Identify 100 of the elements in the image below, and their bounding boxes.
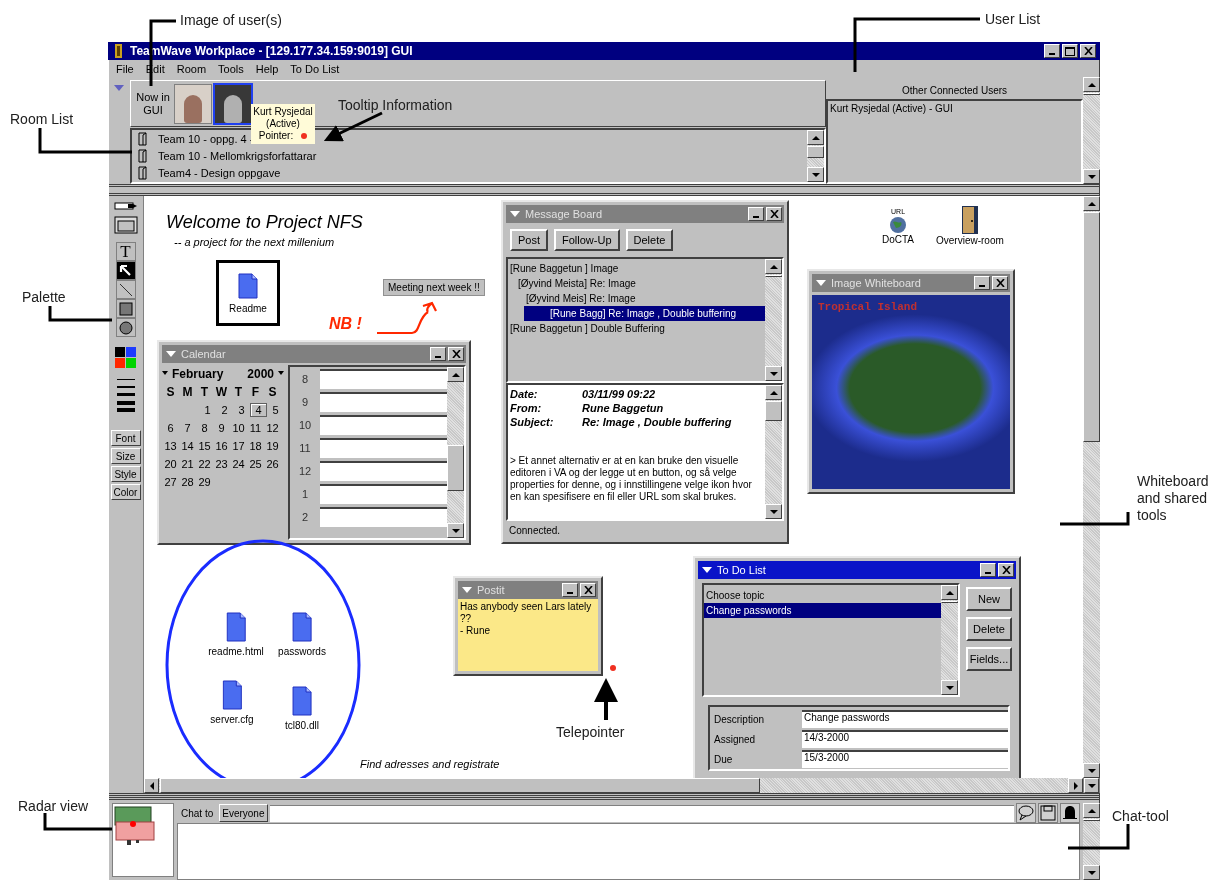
calendar-day[interactable]: 6 (162, 422, 179, 434)
calendar-day[interactable]: 9 (213, 422, 230, 434)
palette-button[interactable]: Font (110, 430, 141, 446)
minimize-button[interactable] (974, 276, 990, 290)
palette-button[interactable]: Size (110, 448, 141, 464)
oval-tool[interactable] (115, 318, 136, 337)
calendar-day[interactable]: 20 (162, 458, 179, 470)
splitter[interactable] (109, 793, 1099, 800)
recipient-button[interactable]: Everyone (219, 804, 268, 822)
room-name[interactable]: Team 10 - oppg. 4 - (158, 132, 254, 145)
message-button[interactable]: Delete (625, 229, 674, 251)
calendar-day[interactable]: 26 (264, 458, 281, 470)
minimize-button[interactable] (980, 563, 996, 577)
chat-input[interactable] (269, 804, 1014, 822)
message-button[interactable]: Post (510, 229, 548, 251)
note-button[interactable]: Meeting next week !! (383, 279, 485, 296)
thread-item[interactable]: [Rune Bagg] Re: Image , Double buffering (524, 306, 765, 321)
todo-button[interactable]: Delete (966, 617, 1012, 641)
palette-button[interactable]: Style (110, 466, 141, 482)
calendar-day[interactable]: 28 (179, 476, 196, 488)
close-button[interactable] (448, 347, 464, 361)
calendar-day[interactable]: 24 (230, 458, 247, 470)
file-label[interactable]: readme.html (208, 646, 264, 657)
message-button[interactable]: Follow-Up (554, 229, 620, 251)
calendar-day[interactable]: 10 (230, 422, 247, 434)
calendar-day[interactable]: 25 (247, 458, 264, 470)
speech-bubble-icon[interactable] (1016, 803, 1036, 823)
calendar-day[interactable]: 22 (196, 458, 213, 470)
minimize-button[interactable] (562, 583, 578, 597)
appointment-field[interactable] (320, 506, 447, 527)
calendar-day[interactable]: 3 (233, 404, 250, 416)
user-photo[interactable] (213, 82, 253, 125)
appointment-field[interactable] (320, 437, 447, 458)
save-icon[interactable] (1038, 803, 1058, 823)
minimize-button[interactable] (430, 347, 446, 361)
scrollbar[interactable] (1083, 803, 1100, 880)
input-field[interactable]: Change passwords (802, 710, 1008, 728)
calendar-day[interactable]: 13 (162, 440, 179, 452)
calendar-day[interactable]: 29 (196, 476, 213, 488)
calendar-day[interactable]: 16 (213, 440, 230, 452)
scroll-down-button[interactable] (1083, 778, 1100, 793)
thread-item[interactable]: [Øyvind Meis] Re: Image (508, 291, 765, 306)
scrollbar[interactable] (941, 585, 958, 695)
scrollbar[interactable] (144, 778, 1083, 793)
file-label[interactable]: tcl80.dll (285, 720, 319, 731)
calendar-day[interactable]: 1 (199, 404, 216, 416)
calendar-day[interactable]: 17 (230, 440, 247, 452)
close-button[interactable] (1080, 44, 1096, 58)
scrollbar[interactable] (765, 385, 782, 519)
color-swatch[interactable] (115, 347, 125, 357)
appointment-field[interactable] (320, 414, 447, 435)
thread-item[interactable]: [Øyvind Meista] Re: Image (508, 276, 765, 291)
rect-tool[interactable] (115, 299, 136, 318)
calendar-day[interactable]: 21 (179, 458, 196, 470)
color-swatch[interactable] (115, 358, 125, 368)
bell-icon[interactable] (1060, 803, 1080, 823)
calendar-day[interactable]: 7 (179, 422, 196, 434)
menu-item[interactable]: To Do List (290, 62, 340, 75)
menu-item[interactable]: Tools (218, 62, 244, 75)
appointment-field[interactable] (320, 368, 447, 389)
scrollbar[interactable] (1083, 77, 1100, 184)
room-name[interactable]: Team 10 - Mellomkrigsforfattarar (158, 149, 317, 162)
palette-button[interactable]: Color (110, 484, 141, 500)
appointment-field[interactable] (320, 460, 447, 481)
calendar-day[interactable]: 12 (264, 422, 281, 434)
calendar-day[interactable]: 23 (213, 458, 230, 470)
close-button[interactable] (766, 207, 782, 221)
close-button[interactable] (998, 563, 1014, 577)
thread-item[interactable]: [Rune Baggetun ] Image (508, 261, 765, 276)
line-tool[interactable] (115, 280, 136, 299)
room-name[interactable]: Team4 - Design oppgave (158, 166, 281, 179)
user-item[interactable]: Kurt Rysjedal (Active) - GUI (830, 103, 1079, 114)
menu-item[interactable]: Room (176, 62, 207, 75)
todo-item[interactable]: Change passwords (704, 603, 941, 618)
thread-item[interactable]: [Rune Baggetun ] Double Buffering (508, 321, 765, 336)
text-tool[interactable]: T (115, 242, 136, 261)
appointment-field[interactable] (320, 483, 447, 504)
calendar-day[interactable]: 5 (267, 404, 284, 416)
input-field[interactable]: 15/3-2000 (802, 750, 1008, 768)
calendar-day[interactable]: 14 (179, 440, 196, 452)
arrow-tool[interactable] (115, 261, 136, 280)
calendar-day[interactable]: 15 (196, 440, 213, 452)
minimize-button[interactable] (748, 207, 764, 221)
todo-button[interactable]: Fields... (966, 647, 1012, 671)
window-icon[interactable] (113, 216, 138, 234)
file-label[interactable]: server.cfg (210, 714, 254, 725)
calendar-day[interactable]: 18 (247, 440, 264, 452)
scrollbar[interactable] (447, 367, 464, 538)
calendar-day[interactable]: 2 (216, 404, 233, 416)
pen-icon[interactable] (113, 200, 138, 212)
close-button[interactable] (580, 583, 596, 597)
calendar-day[interactable]: 4 (250, 403, 267, 417)
scrollbar[interactable] (807, 130, 824, 182)
menu-item[interactable]: Help (255, 62, 279, 75)
color-swatch[interactable] (126, 358, 136, 368)
close-button[interactable] (992, 276, 1008, 290)
menu-item[interactable]: File (116, 62, 134, 75)
shortcut[interactable]: Overview-room (936, 205, 1004, 246)
calendar-day[interactable]: 8 (196, 422, 213, 434)
file-frame[interactable]: Readme (216, 260, 280, 326)
